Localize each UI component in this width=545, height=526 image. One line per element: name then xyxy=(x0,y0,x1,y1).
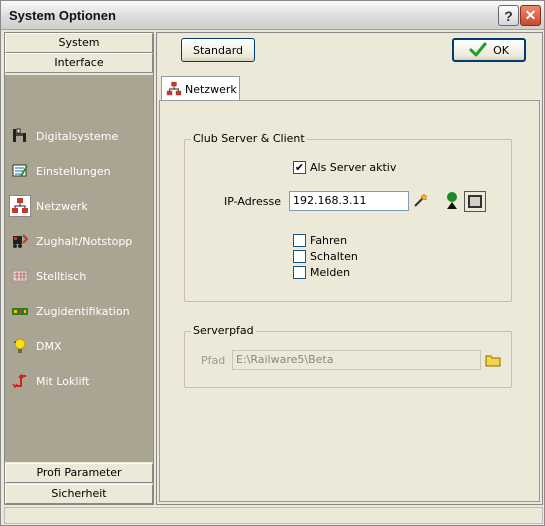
sidebar-item-label: Digitalsysteme xyxy=(36,129,119,143)
sidebar-item-label: Netzwerk xyxy=(36,199,88,213)
train-id-icon xyxy=(9,300,31,322)
lightbulb-icon xyxy=(9,335,31,357)
title-bar[interactable]: System Optionen ? ✕ xyxy=(1,1,544,30)
sidebar-header-interface[interactable]: Interface xyxy=(5,53,153,73)
checkmark-icon xyxy=(469,42,487,58)
connect-toggle-button[interactable] xyxy=(464,191,486,212)
sidebar-item-zugidentifikation[interactable]: Zugidentifikation xyxy=(9,298,130,324)
settings-content: Standard OK Netzwerk Club Server & Clien… xyxy=(156,32,543,505)
sidebar-item-label: Mit Loklift xyxy=(36,374,90,388)
loklift-icon xyxy=(9,370,31,392)
window-title: System Optionen xyxy=(9,8,116,23)
sidebar-item-digitalsysteme[interactable]: Digitalsysteme xyxy=(9,123,118,149)
sidebar-item-netzwerk[interactable]: Netzwerk xyxy=(9,193,88,219)
system-options-window: System Optionen ? ✕ System Interface Dig… xyxy=(0,0,545,526)
path-label: Pfad xyxy=(201,354,226,367)
standard-button-label: Standard xyxy=(192,43,244,57)
serverpfad-group: Serverpfad Pfad E:\Railware5\Beta xyxy=(184,324,512,388)
tab-label: Netzwerk xyxy=(185,82,237,96)
wizard-icon[interactable] xyxy=(413,192,429,208)
ok-button-label: OK xyxy=(493,43,509,57)
folder-icon[interactable] xyxy=(485,353,501,367)
sidebar-header-sicherheit[interactable]: Sicherheit xyxy=(5,484,153,504)
sidebar-item-einstellungen[interactable]: Einstellungen xyxy=(9,158,111,184)
melden-checkbox[interactable]: Melden xyxy=(293,266,350,279)
sidebar-item-stelltisch[interactable]: Stelltisch xyxy=(9,263,86,289)
sidebar-item-zughalt-notstopp[interactable]: Zughalt/Notstopp xyxy=(9,228,132,254)
ip-address-label: IP-Adresse xyxy=(224,195,281,208)
connection-status-icon xyxy=(445,191,459,211)
sidebar-item-label: Zugidentifikation xyxy=(36,304,130,318)
status-bar xyxy=(4,507,543,524)
checkbox-label: Melden xyxy=(310,266,351,279)
club-server-group: Club Server & Client ✔ Als Server aktiv … xyxy=(184,132,512,302)
close-button[interactable]: ✕ xyxy=(520,5,541,26)
tab-netzwerk[interactable]: Netzwerk xyxy=(161,76,240,101)
emergency-stop-icon xyxy=(9,230,31,252)
help-button[interactable]: ? xyxy=(498,5,519,26)
checkbox-label: Schalten xyxy=(310,250,358,263)
group-legend: Club Server & Client xyxy=(191,132,307,145)
checkbox-label: Als Server aktiv xyxy=(310,161,397,174)
network-icon xyxy=(166,81,182,97)
sidebar-item-dmx[interactable]: DMX xyxy=(9,333,62,359)
sidebar-item-label: Zughalt/Notstopp xyxy=(36,234,133,248)
sidebar-item-list: Digitalsysteme Einstellungen Netzwerk Zu… xyxy=(5,75,153,462)
group-legend: Serverpfad xyxy=(191,324,256,337)
sidebar-item-label: DMX xyxy=(36,339,62,353)
ok-button[interactable]: OK xyxy=(452,38,526,62)
settings-icon xyxy=(9,160,31,182)
standard-button[interactable]: Standard xyxy=(181,38,255,62)
checkbox-unchecked-icon[interactable] xyxy=(293,250,306,263)
schalten-checkbox[interactable]: Schalten xyxy=(293,250,358,263)
server-path-input[interactable]: E:\Railware5\Beta xyxy=(232,350,481,370)
checkbox-checked-icon[interactable]: ✔ xyxy=(293,161,306,174)
locomotive-icon xyxy=(9,125,31,147)
control-panel-icon xyxy=(9,265,31,287)
server-active-checkbox[interactable]: ✔ Als Server aktiv xyxy=(293,161,396,174)
checkbox-unchecked-icon[interactable] xyxy=(293,266,306,279)
sidebar-header-system[interactable]: System xyxy=(5,33,153,53)
sidebar-item-label: Einstellungen xyxy=(36,164,111,178)
sidebar-item-loklift[interactable]: Mit Loklift xyxy=(9,368,90,394)
fahren-checkbox[interactable]: Fahren xyxy=(293,234,347,247)
network-icon xyxy=(9,195,31,217)
checkbox-label: Fahren xyxy=(310,234,348,247)
netzwerk-tab-panel: Club Server & Client ✔ Als Server aktiv … xyxy=(159,100,540,502)
category-sidebar: System Interface Digitalsysteme Einstell… xyxy=(4,32,154,505)
stop-icon xyxy=(468,195,482,208)
ip-address-input[interactable]: 192.168.3.11 xyxy=(289,191,409,211)
sidebar-item-label: Stelltisch xyxy=(36,269,87,283)
checkbox-unchecked-icon[interactable] xyxy=(293,234,306,247)
sidebar-header-profi-parameter[interactable]: Profi Parameter xyxy=(5,463,153,483)
